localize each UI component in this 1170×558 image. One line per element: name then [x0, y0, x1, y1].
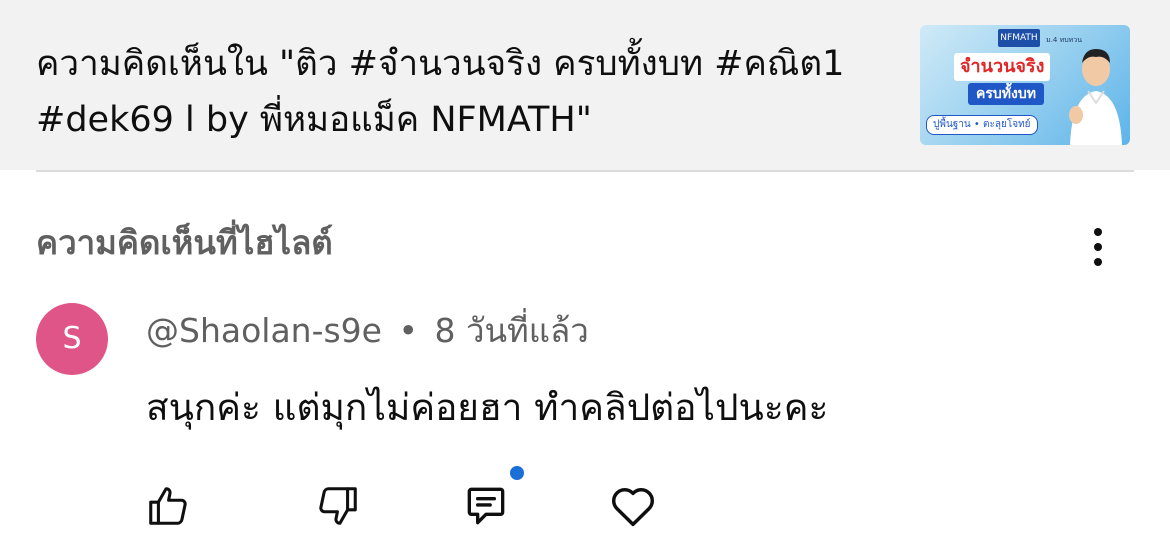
highlighted-comments-title: ความคิดเห็นที่ไฮไลต์	[36, 223, 333, 262]
thumbnail-line-3: ปูพื้นฐาน • ตะลุยโจทย์	[926, 115, 1038, 135]
more-dot	[1094, 258, 1102, 266]
reply-notification-badge	[508, 464, 526, 482]
thumbnail-line-1: จำนวนจริง	[954, 53, 1051, 81]
thumbnail-person-image	[1069, 49, 1122, 145]
thumbnail-line-2: ครบทั้งบท	[968, 83, 1044, 105]
dislike-button[interactable]	[312, 480, 364, 532]
avatar[interactable]: S	[36, 303, 108, 375]
thumbs-up-icon	[149, 487, 187, 525]
heart-button[interactable]	[607, 480, 659, 532]
comments-header: ความคิดเห็นใน "ติว #จำนวนจริง ครบทั้งบท …	[0, 0, 1170, 170]
more-dot	[1094, 228, 1102, 236]
video-thumbnail[interactable]: NFMATH ม.4 ทบทวน จำนวนจริง ครบทั้งบท ปูพ…	[920, 25, 1130, 145]
meta-separator: •	[398, 311, 418, 350]
thumbnail-brand: NFMATH	[998, 29, 1040, 47]
comment-text: สนุกค่ะ แต่มุกไม่ค่อยฮา ทำคลิปต่อไปนะคะ	[146, 386, 829, 429]
comment-time[interactable]: 8 วันที่แล้ว	[434, 311, 588, 350]
header-divider	[36, 170, 1134, 172]
like-button[interactable]	[142, 480, 194, 532]
reply-comment-icon	[467, 487, 505, 525]
video-comments-title: ความคิดเห็นใน "ติว #จำนวนจริง ครบทั้งบท …	[36, 44, 845, 140]
comment-meta: @Shaolan-s9e • 8 วันที่แล้ว	[146, 306, 589, 356]
thumbs-down-icon	[319, 487, 357, 525]
heart-icon	[611, 488, 655, 527]
vertical-ellipsis-icon[interactable]	[1082, 222, 1114, 272]
reply-button[interactable]	[460, 480, 512, 532]
more-dot	[1094, 243, 1102, 251]
comment-author[interactable]: @Shaolan-s9e	[146, 311, 382, 350]
